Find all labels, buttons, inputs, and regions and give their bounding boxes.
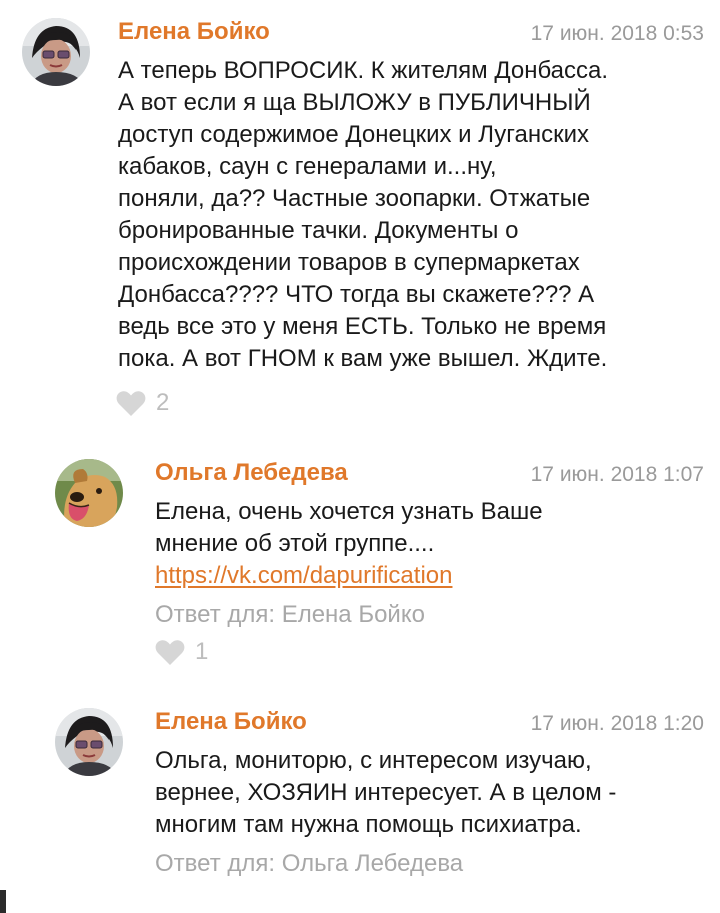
heart-icon bbox=[116, 390, 146, 416]
comment-text-line: А теперь ВОПРОСИК. К жителям Донбасса. bbox=[118, 57, 609, 84]
avatar-elena-boyko[interactable] bbox=[22, 18, 90, 86]
like-button[interactable]: 2 bbox=[116, 388, 169, 418]
comment-link[interactable]: https://vk.com/dapurification bbox=[155, 562, 452, 589]
comment-text-line: кабаков, саун с генералами и...ну, bbox=[118, 153, 497, 180]
scroll-edge-marker bbox=[0, 890, 6, 913]
comment-text-line: происхождении товаров в супермаркетах bbox=[118, 249, 580, 276]
reply-to-label[interactable]: Ответ для: Елена Бойко bbox=[155, 600, 425, 630]
comment-text-line: Донбасса???? ЧТО тогда вы скажете??? А bbox=[118, 281, 595, 308]
comment-date: 17 июн. 2018 1:20 bbox=[530, 712, 704, 735]
comment-date: 17 июн. 2018 1:07 bbox=[530, 463, 704, 486]
like-count: 2 bbox=[156, 389, 170, 416]
avatar-image bbox=[55, 459, 123, 527]
reply-to-label[interactable]: Ответ для: Ольга Лебедева bbox=[155, 849, 463, 879]
like-count: 1 bbox=[195, 638, 209, 665]
comment-text: Ольга, мониторю, с интересом изучаю, вер… bbox=[155, 745, 616, 841]
comment-text-line: многим там нужна помощь психиатра. bbox=[155, 811, 582, 838]
comment-author[interactable]: Елена Бойко bbox=[118, 18, 270, 46]
avatar-image bbox=[22, 18, 90, 86]
comment-text-line: Ольга, мониторю, с интересом изучаю, bbox=[155, 747, 592, 774]
comment-text-line: А вот если я ща ВЫЛОЖУ в ПУБЛИЧНЫЙ bbox=[118, 89, 591, 116]
comment-text-line: ведь все это у меня ЕСТЬ. Только не врем… bbox=[118, 313, 607, 340]
comment-text-line: поняли, да?? Частные зоопарки. Отжатые bbox=[118, 185, 591, 212]
comment-text-line: доступ содержимое Донецких и Луганских bbox=[118, 121, 590, 148]
like-button[interactable]: 1 bbox=[155, 637, 208, 667]
comment-author[interactable]: Ольга Лебедева bbox=[155, 459, 348, 487]
avatar-elena-boyko[interactable] bbox=[55, 708, 123, 776]
comment-text-line: Елена, очень хочется узнать Ваше bbox=[155, 498, 543, 525]
comment-date: 17 июн. 2018 0:53 bbox=[530, 22, 704, 45]
comment-text: Елена, очень хочется узнать Ваше мнение … bbox=[155, 496, 543, 592]
comment-author[interactable]: Елена Бойко bbox=[155, 708, 307, 736]
comment-text-line: мнение об этой группе.... bbox=[155, 530, 435, 557]
comment-text: А теперь ВОПРОСИК. К жителям Донбасса. А… bbox=[118, 55, 608, 375]
avatar-olga-lebedeva[interactable] bbox=[55, 459, 123, 527]
heart-icon bbox=[155, 639, 185, 665]
avatar-image bbox=[55, 708, 123, 776]
comment-text-line: бронированные тачки. Документы о bbox=[118, 217, 519, 244]
comment-text-line: вернее, ХОЗЯИН интересует. А в целом - bbox=[155, 779, 617, 806]
comment-text-line: пока. А вот ГНОМ к вам уже вышел. Ждите. bbox=[118, 345, 608, 372]
